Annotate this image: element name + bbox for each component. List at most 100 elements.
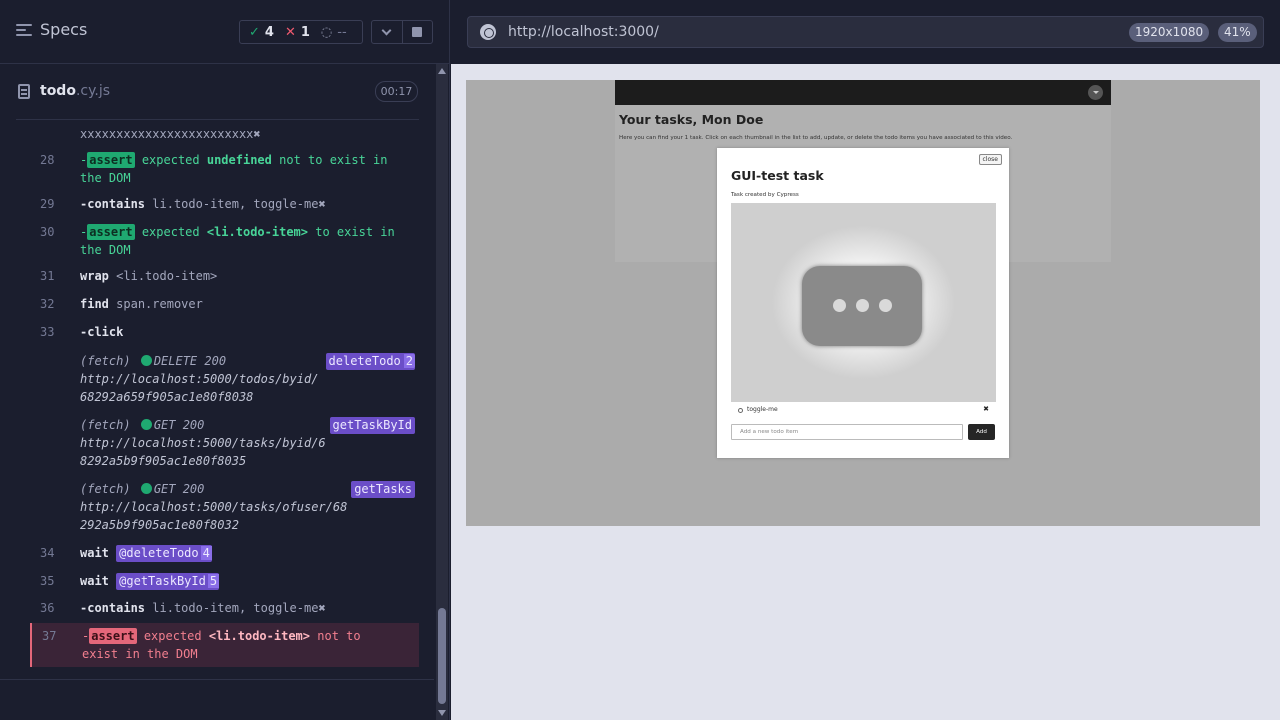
fetch-row-get-tasks[interactable]: (fetch) GET 200 http://localhost:5000/tas… (30, 480, 419, 534)
assert-text: the DOM (80, 171, 131, 185)
passed-stat: ✓ 4 (249, 25, 274, 40)
close-button[interactable]: close (978, 154, 1002, 165)
viewport-size-badge[interactable]: 1920x1080 (1129, 23, 1210, 42)
route-alias-badge[interactable]: deleteTodo 2 (325, 353, 415, 370)
command-number: 37 (42, 629, 57, 643)
fetch-url: http://localhost:5000/todos/byid/ (80, 372, 319, 386)
command-number: 28 (40, 153, 55, 167)
command-row-33[interactable]: 33 -click (30, 323, 419, 341)
file-icon (18, 84, 30, 99)
remove-todo-icon[interactable]: ✖ (983, 405, 989, 413)
stop-button[interactable] (403, 21, 433, 43)
command-row-28[interactable]: 28 - assert expected undefined not to exi… (30, 151, 419, 187)
close-x-icon: ✖ (253, 127, 261, 141)
user-menu-icon[interactable] (1088, 85, 1103, 100)
command-arg: <li.todo-item> (116, 269, 218, 283)
command-name: -contains (80, 601, 146, 615)
command-prefix: - (82, 629, 90, 643)
route-alias-badge[interactable]: getTaskById (329, 417, 415, 434)
pending-count: -- (337, 24, 347, 40)
command-row-29[interactable]: 29 -contains li.todo-item, toggle-me✖ (30, 195, 419, 213)
alias-label: getTaskById (332, 418, 412, 432)
assert-text: the DOM (80, 243, 131, 257)
failed-stat: ✕ 1 (285, 25, 310, 40)
video-loading-icon (802, 266, 922, 346)
reporter-panel: Specs ✓ 4 ✕ 1 ◌ -- todo.cy.js 00:17 xxxxxxx… (0, 0, 450, 720)
command-name: -click (80, 325, 124, 339)
task-title: GUI-test task (731, 168, 824, 183)
command-arg: xxxxxxxxxxxxxxxxxxxxxxxx (80, 127, 254, 141)
video-player[interactable] (731, 203, 996, 402)
scroll-down-arrow-icon[interactable] (438, 710, 446, 716)
passed-count: 4 (264, 24, 274, 40)
status-dot-icon (140, 419, 152, 430)
assert-badge: assert (87, 152, 135, 168)
specs-toggle-button[interactable]: Specs (16, 20, 87, 39)
test-stats: ✓ 4 ✕ 1 ◌ -- (239, 20, 363, 44)
command-number: 36 (40, 601, 55, 615)
fetch-method-status: DELETE 200 (153, 354, 227, 368)
command-name: wait (80, 546, 109, 560)
spec-extension: .cy.js (75, 83, 111, 99)
fetch-url: 68292a659f905ac1e80f8038 (80, 390, 254, 404)
wait-alias-badge[interactable]: @getTaskById 5 (116, 573, 220, 590)
fetch-type: (fetch) (80, 482, 131, 496)
check-icon: ✓ (249, 24, 260, 40)
url-text: http://localhost:3000/ (508, 24, 659, 40)
fetch-type: (fetch) (80, 418, 131, 432)
command-arg: span.remover (116, 297, 203, 311)
alias-count: 5 (207, 574, 220, 588)
assert-text: expected (143, 629, 202, 643)
url-bar-container: http://localhost:3000/ 1920x1080 41% (451, 0, 1280, 64)
scroll-up-arrow-icon[interactable] (438, 68, 446, 74)
command-row-35[interactable]: 35 wait @getTaskById 5 (30, 572, 419, 590)
command-row-30[interactable]: 30 - assert expected <li.todo-item> to ex… (30, 223, 419, 259)
todo-item[interactable]: toggle-me ✖ (731, 405, 996, 417)
command-number: 29 (40, 197, 55, 211)
command-row-34[interactable]: 34 wait @deleteTodo 4 (30, 544, 419, 562)
command-number: 35 (40, 574, 55, 588)
command-row-31[interactable]: 31 wrap <li.todo-item> (30, 267, 419, 285)
command-prefix: - (80, 225, 88, 239)
command-row-37-failed[interactable]: 37 - assert expected <li.todo-item> not t… (30, 623, 419, 667)
alias-label: @getTaskById (119, 574, 206, 588)
spec-file-name[interactable]: todo.cy.js (40, 83, 110, 99)
page-description: Here you can find your 1 task. Click on … (619, 135, 1013, 141)
command-prefix: - (80, 153, 88, 167)
fetch-method-status: GET 200 (153, 418, 205, 432)
run-controls (371, 20, 433, 44)
spec-name: todo (40, 83, 76, 99)
command-row-32[interactable]: 32 find span.remover (30, 295, 419, 313)
alias-label: @deleteTodo (119, 546, 199, 560)
todo-label: toggle-me (747, 406, 778, 413)
command-number: 34 (40, 546, 55, 560)
fetch-url: 292a5b9f905ac1e80f8032 (80, 518, 239, 532)
fetch-row-delete-todo[interactable]: (fetch) DELETE 200 http://localhost:5000/… (30, 352, 419, 406)
assert-subject: <li.todo-item> (206, 225, 309, 239)
fetch-url: http://localhost:5000/tasks/ofuser/68 (80, 500, 348, 514)
fetch-row-get-task[interactable]: (fetch) GET 200 http://localhost:5000/tas… (30, 416, 419, 470)
failed-count: 1 (300, 24, 310, 40)
todo-toggle-checkbox[interactable] (738, 408, 743, 413)
assert-text: to exist in (315, 225, 395, 239)
wait-alias-badge[interactable]: @deleteTodo 4 (116, 545, 212, 562)
command-name: wrap (80, 269, 109, 283)
zoom-badge: 41% (1218, 23, 1257, 42)
assert-badge: assert (87, 224, 135, 240)
route-alias-badge[interactable]: getTasks (351, 481, 415, 498)
alias-label: getTasks (354, 482, 412, 496)
new-todo-input[interactable]: Add a new todo item (731, 424, 963, 440)
scrollbar-thumb[interactable] (438, 608, 446, 704)
command-log-scrollbar[interactable] (436, 64, 448, 720)
command-row-36[interactable]: 36 -contains li.todo-item, toggle-me✖ (30, 599, 419, 617)
add-todo-button[interactable]: Add (968, 424, 995, 440)
command-row-fragment[interactable]: xxxxxxxxxxxxxxxxxxxxxxxx✖ (30, 125, 419, 143)
assert-text: not to exist in (279, 153, 388, 167)
expand-button[interactable] (372, 21, 403, 43)
reporter-header: Specs ✓ 4 ✕ 1 ◌ -- (0, 0, 450, 64)
command-arg: li.todo-item, toggle-me (152, 197, 319, 211)
app-under-test-panel: http://localhost:3000/ 1920x1080 41% You… (451, 0, 1280, 720)
url-bar[interactable]: http://localhost:3000/ 1920x1080 41% (467, 16, 1264, 48)
stop-icon (412, 27, 423, 37)
command-number: 33 (40, 325, 55, 339)
